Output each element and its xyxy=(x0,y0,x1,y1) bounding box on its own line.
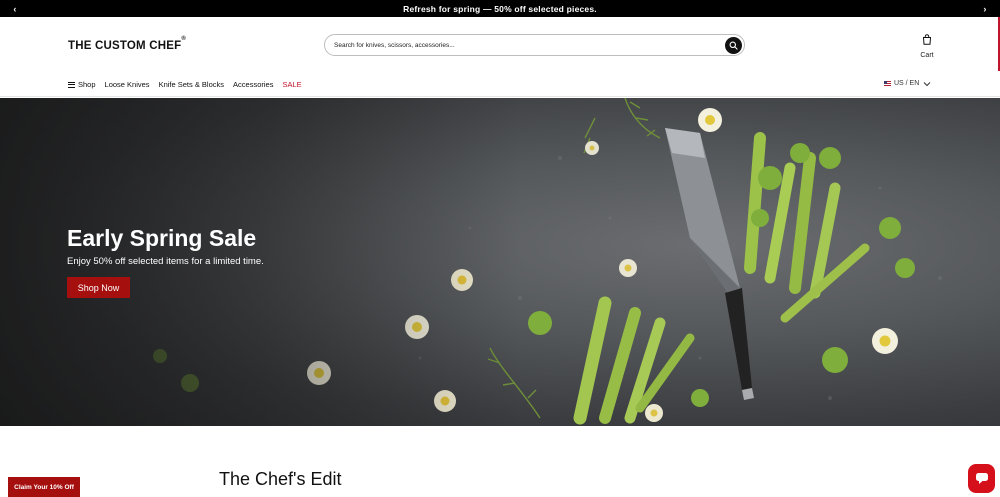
hero-title: Early Spring Sale xyxy=(67,225,257,251)
locale-label: US / EN xyxy=(894,80,920,87)
logo[interactable]: THE CUSTOM CHEF® xyxy=(68,36,186,58)
nav-item-shop[interactable]: Shop xyxy=(68,80,96,89)
search-icon xyxy=(729,41,738,50)
nav-item-label: Loose Knives xyxy=(104,80,150,89)
locale-selector[interactable]: US / EN xyxy=(884,80,931,87)
us-flag-icon xyxy=(884,81,891,86)
nav-item-label: SALE xyxy=(282,80,302,89)
site-header: THE CUSTOM CHEF® Cart Shop Loose Knives … xyxy=(0,17,1000,97)
announcement-bar: ‹ Refresh for spring — 50% off selected … xyxy=(0,0,1000,17)
nav-item-accessories[interactable]: Accessories xyxy=(233,80,273,89)
hero-banner: Early Spring Sale Enjoy 50% off selected… xyxy=(0,98,1000,426)
nav-item-label: Accessories xyxy=(233,80,274,89)
shopping-bag-icon xyxy=(922,34,932,45)
search-bar xyxy=(324,34,745,56)
chat-button[interactable] xyxy=(968,464,995,493)
chevron-left-icon[interactable]: ‹ xyxy=(8,0,22,17)
chevron-right-icon[interactable]: › xyxy=(978,0,992,17)
nav-item-loose-knives[interactable]: Loose Knives xyxy=(105,80,150,89)
search-button[interactable] xyxy=(725,37,742,54)
nav-item-knife-sets-blocks[interactable]: Knife Sets & Blocks xyxy=(159,80,224,89)
chevron-down-icon xyxy=(923,81,931,86)
nav-item-label: Knife Sets & Blocks xyxy=(158,80,225,89)
chefs-edit-title: The Chef's Edit xyxy=(219,469,342,489)
announcement-text: Refresh for spring — 50% off selected pi… xyxy=(403,3,597,14)
shop-now-button[interactable]: Shop Now xyxy=(67,277,130,298)
chat-icon xyxy=(975,473,988,484)
menu-icon xyxy=(68,81,75,88)
hero-subtitle: Enjoy 50% off selected items for a limit… xyxy=(67,256,264,267)
nav-item-sale[interactable]: SALE xyxy=(282,80,301,89)
search-input[interactable] xyxy=(334,38,714,52)
claim-discount-button[interactable]: Claim Your 10% Off xyxy=(8,477,80,497)
logo-text: THE CUSTOM CHEF xyxy=(68,40,182,52)
cart-button[interactable]: Cart xyxy=(914,32,940,59)
nav-item-label: Shop xyxy=(78,80,96,89)
main-nav: Shop Loose Knives Knife Sets & Blocks Ac… xyxy=(68,80,311,89)
logo-trademark: ® xyxy=(181,36,186,42)
cart-label: Cart xyxy=(920,52,934,59)
